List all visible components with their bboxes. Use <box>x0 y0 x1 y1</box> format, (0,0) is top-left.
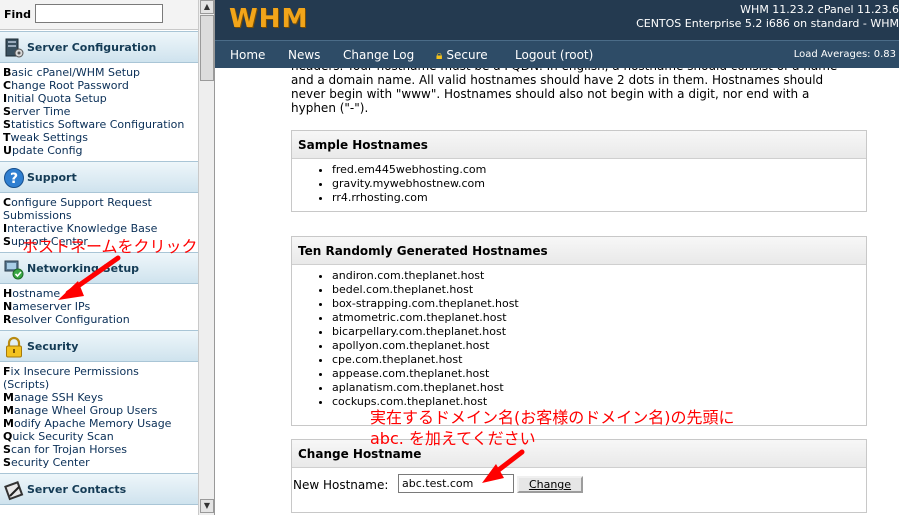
sidebar-link-security-center[interactable]: Security Center <box>3 456 198 469</box>
find-label: Find <box>4 8 31 21</box>
nav-secure[interactable]: 🔒︎ Secure <box>436 48 488 63</box>
nav-home[interactable]: Home <box>230 48 265 62</box>
section-links-server-configuration: Basic cPanel/WHM Setup Change Root Passw… <box>0 63 198 161</box>
sidebar-link-statistics-software[interactable]: Statistics Software Configuration <box>3 118 198 131</box>
sidebar-link-quick-security-scan[interactable]: Quick Security Scan <box>3 430 198 443</box>
sidebar-link-change-root-password[interactable]: Change Root Password <box>3 79 198 92</box>
load-averages: Load Averages: 0.83 <box>793 49 896 60</box>
server-icon <box>5 38 24 58</box>
header-bar: WHM WHM 11.23.2 cPanel 11.23.6 CENTOS En… <box>215 0 899 40</box>
network-icon <box>4 260 24 280</box>
list-item: atmometric.com.theplanet.host <box>332 311 866 325</box>
whm-logo[interactable]: WHM <box>229 4 308 34</box>
scroll-up-icon[interactable]: ▲ <box>200 0 214 14</box>
box-title: Sample Hostnames <box>292 131 866 159</box>
section-title: Security <box>27 340 79 353</box>
list-item: apollyon.com.theplanet.host <box>332 339 866 353</box>
change-hostname-box: Change Hostname New Hostname: Change <box>291 439 867 513</box>
section-header-support[interactable]: ? Support <box>0 161 198 193</box>
list-item: aplanatism.com.theplanet.host <box>332 381 866 395</box>
sidebar-link-nameserver-ips[interactable]: Nameserver IPs <box>3 300 198 313</box>
whm-window: Find Server Configuration Basic cPanel/W… <box>0 0 899 515</box>
nav-bar: Home News Change Log 🔒︎ Secure Logout (ro… <box>215 40 899 68</box>
list-item: appease.com.theplanet.host <box>332 367 866 381</box>
sidebar-link-modify-apache-memory[interactable]: Modify Apache Memory Usage <box>3 417 198 430</box>
sidebar-link-tweak-settings[interactable]: Tweak Settings <box>3 131 198 144</box>
sidebar-link-basic-setup[interactable]: Basic cPanel/WHM Setup <box>3 66 198 79</box>
version-info: WHM 11.23.2 cPanel 11.23.6 CENTOS Enterp… <box>636 3 899 31</box>
list-item: andiron.com.theplanet.host <box>332 269 866 283</box>
version-line: WHM 11.23.2 cPanel 11.23.6 <box>740 3 899 16</box>
sidebar-link-configure-support-request-cont[interactable]: Submissions <box>3 209 198 222</box>
nav-change-log[interactable]: Change Log <box>343 48 414 62</box>
find-bar: Find <box>0 0 198 30</box>
find-input[interactable] <box>35 4 163 23</box>
nav-logout[interactable]: Logout (root) <box>515 48 593 62</box>
main-content: headers. Your hostname must be a FQDN. I… <box>215 68 899 515</box>
sidebar-link-update-config[interactable]: Update Config <box>3 144 198 157</box>
list-item: bicarpellary.com.theplanet.host <box>332 325 866 339</box>
sidebar-link-manage-ssh-keys[interactable]: Manage SSH Keys <box>3 391 198 404</box>
sidebar-link-manage-wheel-group[interactable]: Manage Wheel Group Users <box>3 404 198 417</box>
list-item: fred.em445webhosting.com <box>332 163 866 177</box>
scroll-down-icon[interactable]: ▼ <box>200 499 214 513</box>
new-hostname-label: New Hostname: <box>293 478 389 492</box>
sidebar-link-scan-trojan-horses[interactable]: Scan for Trojan Horses <box>3 443 198 456</box>
svg-text:?: ? <box>10 171 18 187</box>
sidebar-link-fix-insecure-permissions-cont[interactable]: (Scripts) <box>3 378 198 391</box>
sidebar-link-hostname[interactable]: Hostname <box>3 287 198 300</box>
scroll-thumb[interactable] <box>200 15 214 81</box>
sidebar-link-fix-insecure-permissions[interactable]: Fix Insecure Permissions <box>3 365 198 378</box>
sidebar-link-server-time[interactable]: Server Time <box>3 105 198 118</box>
hostname-instructions: headers. Your hostname must be a FQDN. I… <box>291 68 837 115</box>
random-hostnames-box: Ten Randomly Generated Hostnames andiron… <box>291 236 867 426</box>
os-line: CENTOS Enterprise 5.2 i686 on standard -… <box>636 17 899 30</box>
annotation-click-hostname: ホストネームをクリック <box>22 237 198 256</box>
change-button[interactable]: Change <box>517 476 583 493</box>
sidebar: Find Server Configuration Basic cPanel/W… <box>0 0 215 515</box>
sidebar-menu: Server Configuration Basic cPanel/WHM Se… <box>0 31 198 515</box>
section-title: Networking Setup <box>27 262 140 275</box>
contacts-icon <box>4 481 24 501</box>
sidebar-scrollbar[interactable]: ▲ ▼ <box>198 0 214 515</box>
section-title: Server Contacts <box>27 483 127 496</box>
random-hostname-list: andiron.com.theplanet.host bedel.com.the… <box>292 265 866 415</box>
list-item: box-strapping.com.theplanet.host <box>332 297 866 311</box>
list-item: cpe.com.theplanet.host <box>332 353 866 367</box>
new-hostname-input[interactable] <box>398 474 514 493</box>
section-header-security[interactable]: Security <box>0 330 198 362</box>
sample-hostname-list: fred.em445webhosting.com gravity.mywebho… <box>292 159 866 211</box>
section-links-networking-setup: Hostname Nameserver IPs Resolver Configu… <box>0 284 198 330</box>
section-title: Server Configuration <box>27 41 157 54</box>
section-header-server-configuration[interactable]: Server Configuration <box>0 31 198 63</box>
list-item: bedel.com.theplanet.host <box>332 283 866 297</box>
padlock-icon: 🔒︎ <box>436 48 443 62</box>
help-icon: ? <box>4 168 24 188</box>
nav-news[interactable]: News <box>288 48 320 62</box>
section-title: Support <box>27 171 77 184</box>
list-item: gravity.mywebhostnew.com <box>332 177 866 191</box>
section-header-server-contacts[interactable]: Server Contacts <box>0 473 198 505</box>
sidebar-link-resolver-configuration[interactable]: Resolver Configuration <box>3 313 198 326</box>
box-title: Ten Randomly Generated Hostnames <box>292 237 866 265</box>
sidebar-link-initial-quota-setup[interactable]: Initial Quota Setup <box>3 92 198 105</box>
list-item: rr4.rrhosting.com <box>332 191 866 205</box>
sample-hostnames-box: Sample Hostnames fred.em445webhosting.co… <box>291 130 867 212</box>
sidebar-link-configure-support-request[interactable]: Configure Support Request <box>3 196 198 209</box>
section-links-security: Fix Insecure Permissions (Scripts) Manag… <box>0 362 198 473</box>
annotation-domain-note-2: abc. を加えてください <box>370 429 536 448</box>
lock-icon <box>6 336 22 358</box>
